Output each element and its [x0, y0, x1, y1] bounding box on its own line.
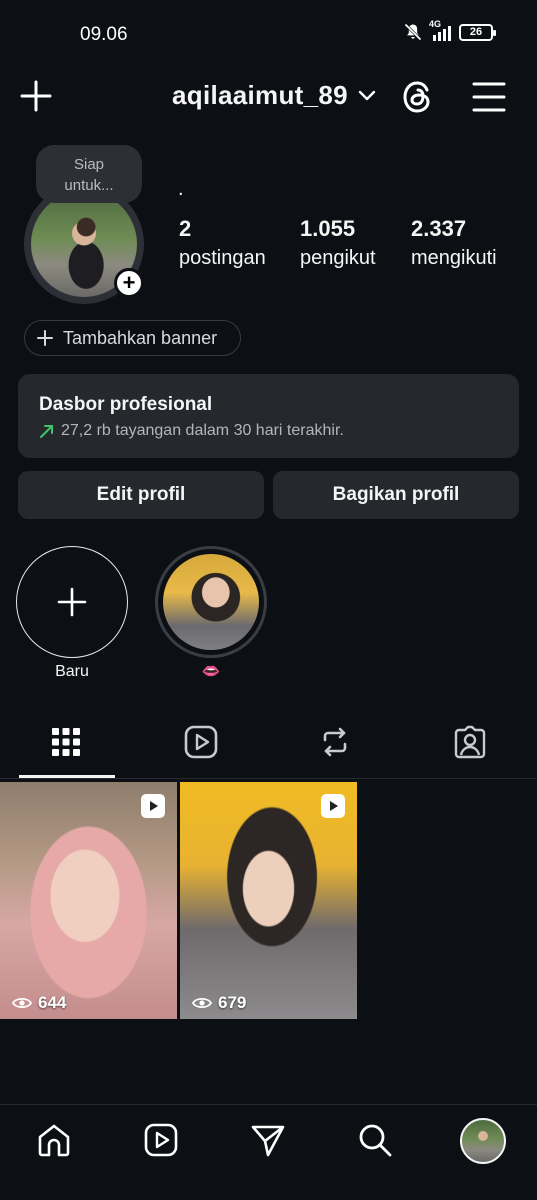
new-highlight-button[interactable]: [16, 546, 128, 658]
nav-home[interactable]: [36, 1122, 72, 1158]
profile-avatar[interactable]: +: [24, 184, 152, 312]
reel-badge-icon: [321, 794, 345, 818]
tab-grid[interactable]: [48, 724, 84, 760]
add-story-plus-icon[interactable]: +: [114, 268, 144, 298]
stat-followers-label: pengikut: [300, 247, 376, 269]
trend-up-icon: [40, 425, 53, 438]
reel-badge-icon: [141, 794, 165, 818]
battery-level: 26: [469, 26, 483, 38]
threads-icon: [403, 81, 430, 113]
eye-icon: [12, 997, 32, 1009]
home-icon: [38, 1124, 70, 1157]
plus-icon: [37, 330, 53, 346]
professional-dashboard[interactable]: Dasbor profesional 27,2 rb tayangan dala…: [18, 374, 519, 458]
reposts-icon: [323, 727, 347, 757]
stat-posts-label: postingan: [179, 247, 266, 269]
stat-following[interactable]: 2.337 mengikuti: [411, 216, 497, 270]
highlight-cover: [163, 554, 259, 650]
post-tile[interactable]: 644: [0, 782, 177, 1019]
edit-profile-button[interactable]: Edit profil: [18, 471, 264, 519]
nav-divider: [0, 1104, 537, 1105]
tab-tagged[interactable]: [452, 724, 488, 760]
post-views: 644: [12, 993, 66, 1013]
nav-search[interactable]: [357, 1122, 393, 1158]
search-icon: [359, 1124, 392, 1157]
stat-following-value: 2.337: [411, 216, 467, 241]
status-icons: 4G 26: [403, 19, 496, 42]
post-views: 679: [192, 993, 246, 1013]
hamburger-menu-icon: [472, 82, 506, 112]
signal-icon: 4G: [429, 19, 451, 41]
display-name: .: [178, 178, 184, 200]
tab-reels[interactable]: [183, 724, 219, 760]
tab-reposts[interactable]: [317, 724, 353, 760]
nav-profile-avatar[interactable]: [460, 1118, 506, 1164]
plus-icon: [57, 587, 87, 617]
highlight-item[interactable]: [155, 546, 267, 658]
network-type: 4G: [429, 19, 442, 29]
status-time: 09.06: [80, 24, 128, 45]
mute-bell-icon: [404, 23, 422, 41]
post-views-count: 644: [38, 993, 67, 1012]
reels-icon: [184, 725, 218, 759]
tagged-icon: [454, 725, 486, 759]
dashboard-title: Dasbor profesional: [39, 394, 213, 415]
post-views-count: 679: [218, 993, 247, 1012]
stat-following-label: mengikuti: [411, 247, 497, 269]
new-highlight-label: Baru: [55, 663, 89, 680]
dashboard-subtitle-row: 27,2 rb tayangan dalam 30 hari terakhir.: [39, 422, 519, 440]
account-switcher[interactable]: aqilaaimut_89: [172, 80, 376, 111]
plus-icon: [20, 80, 52, 112]
stat-followers[interactable]: 1.055 pengikut: [300, 216, 376, 270]
grid-icon: [52, 728, 80, 756]
highlight-label: 👄: [201, 663, 221, 680]
stat-followers-value: 1.055: [300, 216, 356, 241]
chevron-down-icon: [358, 90, 376, 100]
stat-posts[interactable]: 2 postingan: [179, 216, 266, 270]
share-profile-button[interactable]: Bagikan profil: [273, 471, 519, 519]
dashboard-subtitle: 27,2 rb tayangan dalam 30 hari terakhir.: [61, 422, 344, 439]
add-banner-button[interactable]: Tambahkan banner: [24, 320, 241, 356]
tab-divider: [0, 778, 537, 779]
note-text: Siap untuk...: [64, 156, 114, 194]
nav-direct[interactable]: [250, 1122, 286, 1158]
username: aqilaaimut_89: [172, 80, 348, 110]
reels-icon: [144, 1123, 178, 1157]
eye-icon: [192, 997, 212, 1009]
add-banner-label: Tambahkan banner: [63, 327, 218, 348]
post-tile[interactable]: 679: [180, 782, 357, 1019]
menu-button[interactable]: [470, 80, 508, 114]
threads-button[interactable]: [400, 78, 436, 116]
note-bubble[interactable]: Siap untuk...: [36, 145, 142, 203]
paper-plane-icon: [251, 1125, 285, 1157]
create-button[interactable]: [18, 78, 54, 114]
stat-posts-value: 2: [179, 216, 192, 241]
nav-reels[interactable]: [143, 1122, 179, 1158]
battery-icon: 26: [459, 23, 496, 41]
